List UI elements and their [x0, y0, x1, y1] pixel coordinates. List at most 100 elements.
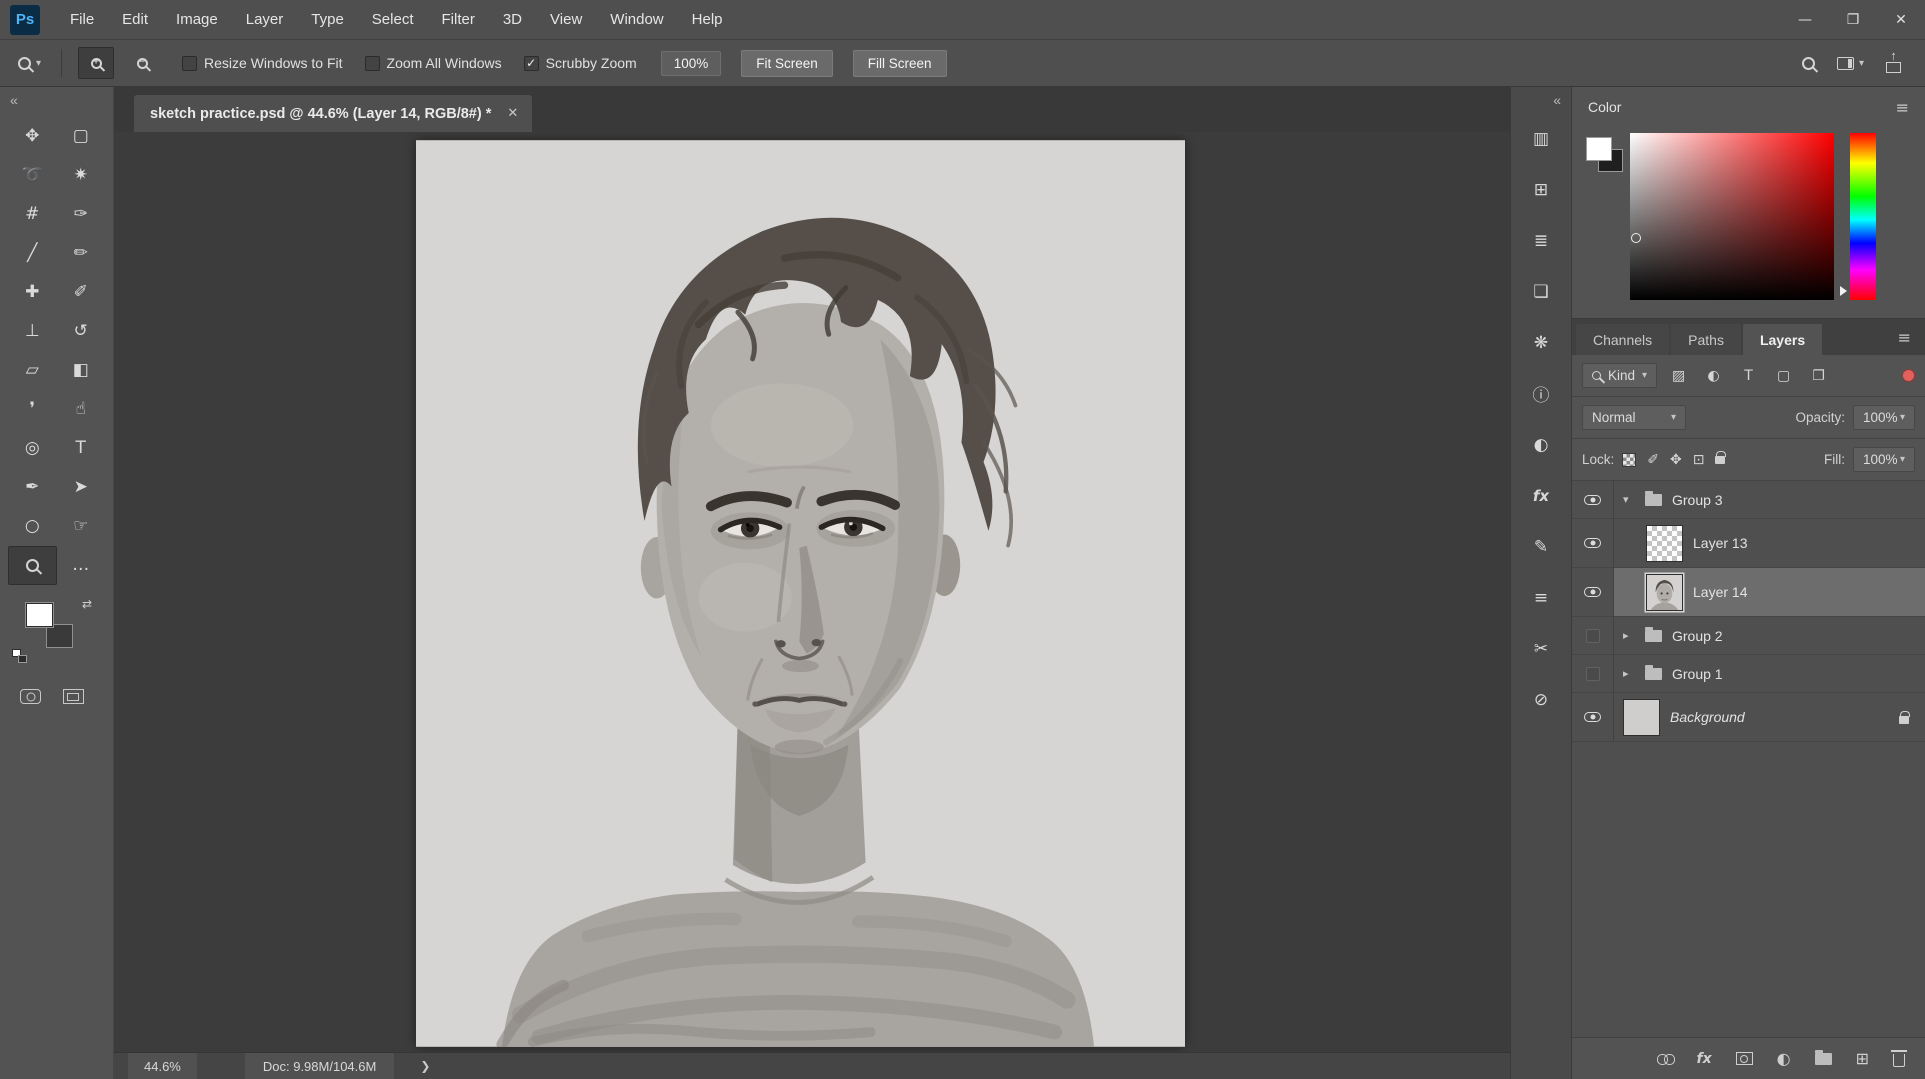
healing-brush-tool[interactable]: ✚: [8, 273, 57, 312]
eye-hidden-icon[interactable]: [1586, 629, 1600, 643]
layer-row-layer-14[interactable]: Layer 14: [1572, 568, 1925, 617]
gradients-panel-icon[interactable]: ◐: [1511, 419, 1571, 470]
smudge-tool[interactable]: ☝: [57, 390, 106, 429]
zoom-in-button[interactable]: +: [78, 47, 114, 79]
visibility-cell[interactable]: [1572, 617, 1614, 654]
menu-view[interactable]: View: [536, 0, 596, 39]
panel-menu-icon[interactable]: ≡: [1898, 328, 1925, 347]
clone-source-panel-icon[interactable]: ≡: [1511, 572, 1571, 623]
quick-mask-button[interactable]: [20, 689, 41, 704]
kind-filter-dropdown[interactable]: Kind ▾: [1582, 363, 1657, 388]
visibility-cell[interactable]: [1572, 519, 1614, 567]
layer-row-group-3[interactable]: ▾ Group 3: [1572, 481, 1925, 519]
type-tool[interactable]: T: [57, 429, 106, 468]
zoom-all-windows-checkbox[interactable]: Zoom All Windows: [365, 55, 502, 71]
chevron-right-icon[interactable]: ▸: [1623, 629, 1635, 642]
foreground-color-swatch[interactable]: [1586, 137, 1612, 161]
background-color-swatch[interactable]: [46, 624, 73, 648]
visibility-cell[interactable]: [1572, 568, 1614, 616]
share-icon[interactable]: ↑: [1886, 62, 1901, 73]
quick-selection-tool[interactable]: ✷: [57, 156, 106, 195]
new-adjustment-layer-button[interactable]: ◐: [1777, 1049, 1791, 1068]
crop-tool[interactable]: #: [8, 195, 57, 234]
eye-icon[interactable]: [1584, 538, 1601, 548]
fill-screen-button[interactable]: Fill Screen: [853, 50, 947, 77]
hand-tool[interactable]: ☞: [57, 507, 106, 546]
dock-collapse[interactable]: «: [1511, 87, 1571, 113]
menu-file[interactable]: File: [56, 0, 108, 39]
filter-smart-objects-icon[interactable]: ❐: [1805, 363, 1832, 388]
visibility-cell[interactable]: [1572, 693, 1614, 741]
layer-row-group-2[interactable]: ▸ Group 2: [1572, 617, 1925, 655]
pencil-tool[interactable]: ✏: [57, 234, 106, 273]
pen-tool[interactable]: ✒: [8, 468, 57, 507]
layer-filter-toggle[interactable]: [1902, 369, 1915, 382]
menu-help[interactable]: Help: [678, 0, 737, 39]
status-zoom-field[interactable]: 44.6%: [128, 1053, 197, 1079]
menu-image[interactable]: Image: [162, 0, 232, 39]
swap-colors-icon[interactable]: ⇄: [82, 597, 92, 611]
default-colors-icon[interactable]: [12, 649, 27, 663]
layer-row-background[interactable]: Background: [1572, 693, 1925, 742]
lock-artboard-icon[interactable]: ⊡: [1693, 452, 1705, 468]
layer-row-layer-13[interactable]: Layer 13: [1572, 519, 1925, 568]
filter-type-layers-icon[interactable]: T: [1735, 363, 1762, 388]
blur-tool[interactable]: ❜: [8, 390, 57, 429]
menu-select[interactable]: Select: [358, 0, 428, 39]
mixer-brush-tool[interactable]: ✐: [57, 273, 106, 312]
toolbar-collapse[interactable]: «: [0, 87, 113, 113]
hue-slider[interactable]: [1850, 133, 1876, 300]
menu-3d[interactable]: 3D: [489, 0, 536, 39]
tab-close-icon[interactable]: ✕: [507, 106, 518, 121]
zoom-tool[interactable]: [8, 546, 57, 585]
eyedropper-tool[interactable]: ✑: [57, 195, 106, 234]
adjustments-panel-icon[interactable]: ≣: [1511, 215, 1571, 266]
eye-icon[interactable]: [1584, 712, 1601, 722]
histogram-panel-icon[interactable]: ▥: [1511, 113, 1571, 164]
new-layer-button[interactable]: ⊞: [1856, 1049, 1869, 1068]
swatches-panel-icon[interactable]: ⊞: [1511, 164, 1571, 215]
menu-layer[interactable]: Layer: [232, 0, 298, 39]
move-tool[interactable]: ✥: [8, 117, 57, 156]
more-tools-button[interactable]: …: [57, 546, 106, 585]
paint-bucket-tool[interactable]: ◧: [57, 351, 106, 390]
lock-all-icon[interactable]: [1715, 456, 1725, 464]
proof-panel-icon[interactable]: ⊘: [1511, 674, 1571, 725]
restore-button[interactable]: ❐: [1829, 0, 1877, 39]
rectangular-marquee-tool[interactable]: ▢: [57, 117, 106, 156]
eraser-tool[interactable]: ▱: [8, 351, 57, 390]
history-brush-tool[interactable]: ↺: [57, 312, 106, 351]
filter-shape-layers-icon[interactable]: ▢: [1770, 363, 1797, 388]
eye-icon[interactable]: [1584, 495, 1601, 505]
lasso-tool[interactable]: ➰: [8, 156, 57, 195]
current-tool-preset[interactable]: ▾: [14, 57, 45, 70]
document-canvas[interactable]: [416, 140, 1185, 1047]
dodge-tool[interactable]: ◎: [8, 429, 57, 468]
add-layer-mask-button[interactable]: [1736, 1052, 1753, 1065]
layer-thumbnail[interactable]: [1623, 699, 1660, 736]
checkbox-box[interactable]: ✓: [524, 56, 539, 71]
checkbox-box[interactable]: [365, 56, 380, 71]
filter-adjustment-layers-icon[interactable]: ◐: [1700, 363, 1727, 388]
opacity-select[interactable]: 100% ▾: [1853, 405, 1915, 430]
chevron-right-icon[interactable]: ▸: [1623, 667, 1635, 680]
lock-image-pixels-icon[interactable]: ✐: [1647, 452, 1659, 468]
color-panel-title[interactable]: Color: [1588, 99, 1621, 115]
delete-layer-button[interactable]: [1893, 1050, 1905, 1067]
filter-pixel-layers-icon[interactable]: ▨: [1665, 363, 1692, 388]
minimize-button[interactable]: —: [1781, 0, 1829, 39]
layer-thumbnail[interactable]: [1646, 525, 1683, 562]
resize-windows-checkbox[interactable]: Resize Windows to Fit: [182, 55, 342, 71]
layer-row-group-1[interactable]: ▸ Group 1: [1572, 655, 1925, 693]
path-selection-tool[interactable]: ➤: [57, 468, 106, 507]
notes-panel-icon[interactable]: ✂: [1511, 623, 1571, 674]
fit-screen-button[interactable]: Fit Screen: [741, 50, 833, 77]
fill-select[interactable]: 100% ▾: [1853, 447, 1915, 472]
styles-panel-icon[interactable]: ❋: [1511, 317, 1571, 368]
zoom-percentage-field[interactable]: 100%: [661, 51, 722, 76]
menu-edit[interactable]: Edit: [108, 0, 162, 39]
screen-mode-button[interactable]: [63, 689, 84, 704]
clone-stamp-tool[interactable]: ⊥: [8, 312, 57, 351]
saturation-brightness-picker[interactable]: [1630, 133, 1834, 300]
panel-menu-icon[interactable]: ≡: [1896, 98, 1909, 117]
